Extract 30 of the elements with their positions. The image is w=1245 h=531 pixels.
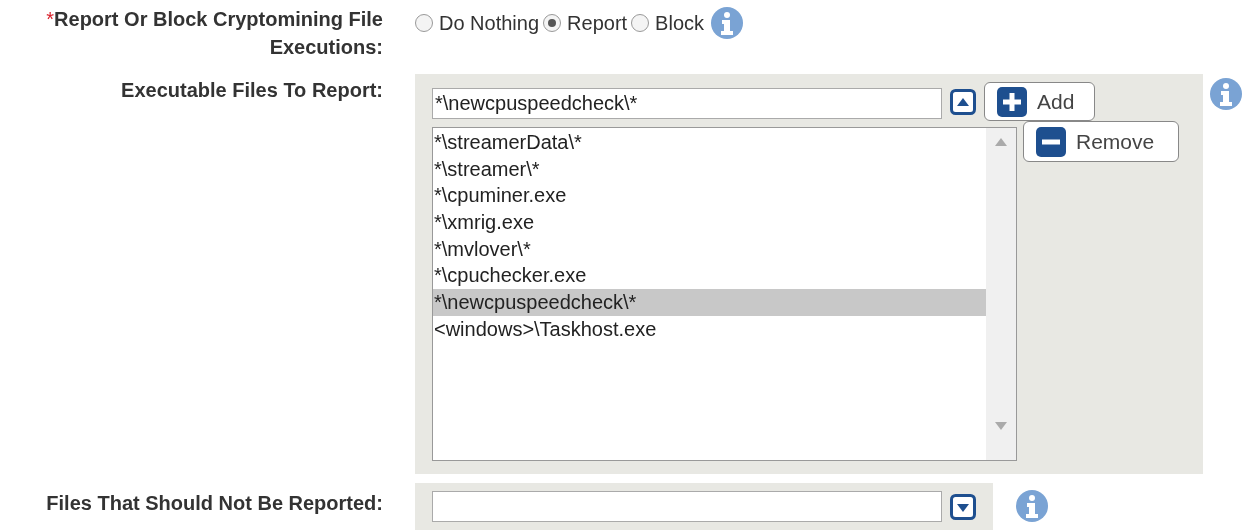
expand-icon[interactable] xyxy=(950,493,976,520)
plus-icon xyxy=(997,86,1027,117)
list-item[interactable]: *\streamer\* xyxy=(433,155,986,183)
list-item[interactable]: *\cpuchecker.exe xyxy=(433,262,986,290)
info-icon[interactable] xyxy=(1209,77,1243,111)
minus-icon xyxy=(1036,126,1066,157)
scroll-up-icon[interactable] xyxy=(995,138,1007,146)
list-item[interactable]: *\mvlover\* xyxy=(433,235,986,263)
remove-button[interactable]: Remove xyxy=(1023,121,1179,162)
field-label: Report Or Block Cryptomining File Executions: xyxy=(54,8,383,58)
scrollbar[interactable] xyxy=(986,128,1016,460)
list-box[interactable]: *\streamerData\* *\streamer\* *\cpuminer.exe *\xmrig.exe *\mvlover\* *\cpuchecker.exe *\newcpuspeedcheck\* <windows>\Taskhost.exe xyxy=(432,127,1017,461)
input-field[interactable] xyxy=(432,491,942,522)
collapse-icon[interactable] xyxy=(950,88,976,115)
add-button[interactable]: Add xyxy=(984,82,1095,121)
scroll-down-icon[interactable] xyxy=(995,422,1007,430)
radio-option[interactable]: Report xyxy=(543,8,628,38)
required-mark: * xyxy=(46,8,55,30)
list-item[interactable]: *\cpuminer.exe xyxy=(433,182,986,210)
radio-option[interactable]: Block xyxy=(631,8,704,38)
list-item[interactable]: *\streamerData\* xyxy=(433,129,986,156)
info-icon[interactable] xyxy=(1015,489,1049,523)
info-icon[interactable] xyxy=(710,6,744,40)
radio-option[interactable]: Do Nothing xyxy=(415,8,540,38)
list-item[interactable]: <windows>\Taskhost.exe xyxy=(433,315,986,343)
input-field[interactable]: *\newcpuspeedcheck\* xyxy=(432,88,942,119)
list-item[interactable]: *\xmrig.exe xyxy=(433,209,986,236)
field-label: Files That Should Not Be Reported: xyxy=(46,492,383,514)
list-item[interactable]: *\newcpuspeedcheck\* xyxy=(433,289,986,316)
field-label: Executable Files To Report: xyxy=(121,79,383,101)
